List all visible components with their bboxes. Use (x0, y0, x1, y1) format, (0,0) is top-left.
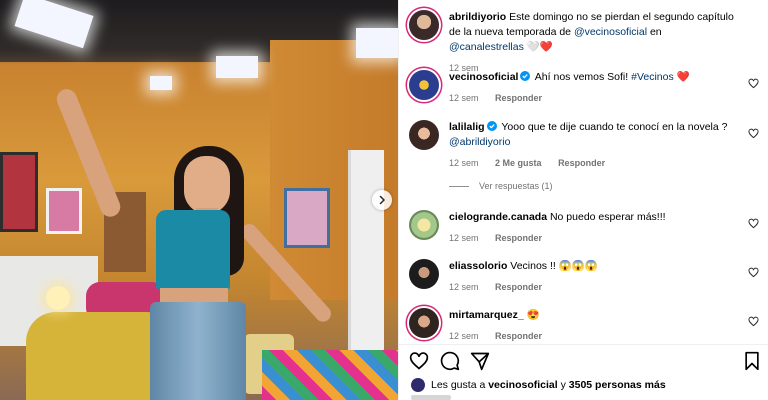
truncated-timestamp (411, 395, 451, 400)
set-door (348, 150, 384, 350)
heart-icon[interactable] (748, 316, 759, 327)
avatar[interactable] (409, 120, 439, 150)
comment-text: No puedo esperar más!!! (549, 211, 666, 223)
caption-username[interactable]: abrildiyorio (449, 11, 506, 23)
avatar[interactable] (409, 10, 439, 40)
caption-emoji: 🤍❤️ (526, 41, 553, 53)
likes-count-button[interactable]: 2 Me gusta (495, 158, 542, 168)
caption-mention-link[interactable]: @canalestrellas (449, 41, 524, 53)
reply-button[interactable]: Responder (495, 93, 542, 103)
likes-count[interactable]: 3505 personas más (569, 379, 666, 391)
heart-icon[interactable] (409, 351, 429, 371)
comment-list: abrildiyorio Este domingo no se pierdan … (399, 0, 768, 341)
timestamp: 12 sem (449, 282, 479, 292)
comment-emoji: 😍 (526, 309, 540, 321)
studio-light (356, 28, 398, 58)
person-face (184, 156, 230, 214)
comment-emoji: 😱😱😱 (558, 260, 598, 272)
view-replies-label: Ver respuestas (1) (479, 181, 553, 191)
comment-text: Ahí nos vemos Sofi! (534, 71, 629, 83)
likes-user[interactable]: vecinosoficial (488, 379, 557, 391)
likes-prefix: Les gusta a (431, 379, 486, 391)
comment-username[interactable]: lalilalig (449, 121, 485, 133)
person-top (156, 210, 230, 290)
timestamp: 12 sem (449, 93, 479, 103)
wall-frame (284, 188, 330, 248)
avatar[interactable] (409, 308, 439, 338)
reply-button[interactable]: Responder (495, 233, 542, 243)
timestamp: 12 sem (449, 158, 479, 168)
heart-icon[interactable] (748, 218, 759, 229)
divider (449, 185, 469, 187)
comment-text: Yooo que te dije cuando te conocí en la … (501, 121, 728, 133)
avatar (411, 378, 425, 392)
lamp (46, 286, 70, 310)
studio-light (216, 56, 258, 78)
comment-username[interactable]: mirtamarquez_ (449, 309, 524, 321)
comment-text: Vecinos !! (510, 260, 556, 272)
post-actions-bar (399, 344, 768, 374)
verified-badge-icon (520, 71, 531, 81)
reply-button[interactable]: Responder (495, 331, 542, 341)
rug (262, 350, 398, 400)
view-replies-button[interactable]: Ver respuestas (1) (449, 181, 553, 191)
reply-button[interactable]: Responder (558, 158, 605, 168)
chevron-right-icon (379, 195, 385, 205)
heart-icon[interactable] (748, 128, 759, 139)
comment-username[interactable]: cielogrande.canada (449, 211, 547, 223)
post-photo (0, 0, 398, 400)
wall-frame (46, 188, 82, 234)
comments-panel: abrildiyorio Este domingo no se pierdan … (398, 0, 768, 400)
next-photo-button[interactable] (372, 190, 392, 210)
comment-username[interactable]: vecinosoficial (449, 71, 518, 83)
comment-username[interactable]: eliassolorio (449, 260, 507, 272)
heart-icon[interactable] (748, 78, 759, 89)
comment-emoji: ❤️ (676, 71, 690, 83)
studio-light (150, 76, 172, 90)
avatar[interactable] (409, 210, 439, 240)
mention-link[interactable]: @abrildiyorio (449, 136, 510, 148)
heart-icon[interactable] (748, 267, 759, 278)
caption-mention-link[interactable]: @vecinosoficial (574, 26, 647, 38)
person-jeans (150, 302, 246, 400)
comment-icon[interactable] (440, 351, 460, 371)
avatar[interactable] (409, 259, 439, 289)
caption-text: en (649, 26, 662, 38)
likes-summary[interactable]: Les gusta a vecinosoficial y 3505 person… (411, 378, 666, 392)
timestamp: 12 sem (449, 331, 479, 341)
verified-badge-icon (486, 121, 497, 131)
avatar[interactable] (409, 70, 439, 100)
share-icon[interactable] (470, 351, 490, 371)
bookmark-icon[interactable] (742, 351, 762, 371)
reply-button[interactable]: Responder (495, 282, 542, 292)
likes-conj: y (560, 379, 566, 391)
wall-frame (0, 152, 38, 232)
hashtag-link[interactable]: #Vecinos (631, 71, 674, 83)
timestamp: 12 sem (449, 233, 479, 243)
